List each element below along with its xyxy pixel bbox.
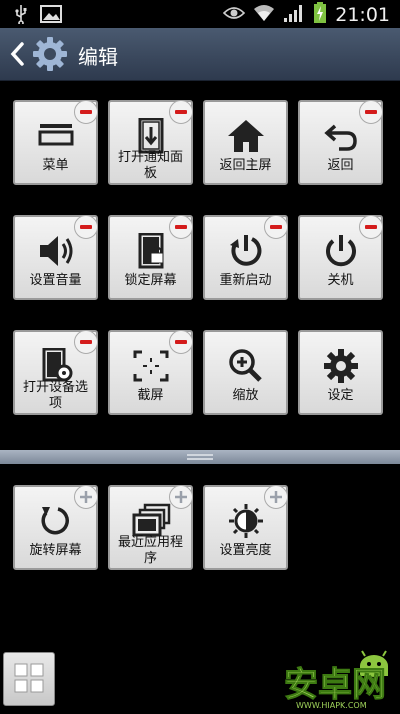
remove-icon[interactable] — [74, 100, 98, 124]
tile-rotate-screen[interactable]: 旋转屏幕 — [13, 485, 98, 570]
tile-label: 锁定屏幕 — [124, 273, 177, 288]
tile-label: 关机 — [327, 273, 354, 288]
tile-label: 设置音量 — [29, 273, 82, 288]
tile-label: 重新启动 — [219, 273, 272, 288]
tile-label: 最近应用程序 — [117, 535, 183, 566]
home-icon — [205, 118, 286, 154]
remove-icon[interactable] — [169, 100, 193, 124]
tile-label: 菜单 — [42, 158, 69, 173]
remove-icon[interactable] — [264, 215, 288, 239]
panel-divider[interactable] — [0, 450, 400, 464]
usb-icon — [14, 4, 28, 28]
zoom-icon — [205, 348, 286, 384]
tile-power-off[interactable]: 关机 — [298, 215, 383, 300]
remove-icon[interactable] — [169, 330, 193, 354]
remove-icon[interactable] — [74, 330, 98, 354]
tile-menu[interactable]: 菜单 — [13, 100, 98, 185]
image-icon — [40, 5, 62, 27]
tile-label: 截屏 — [137, 388, 164, 403]
add-icon[interactable] — [169, 485, 193, 509]
title-bar: 编辑 — [0, 28, 400, 81]
drag-handle-icon[interactable] — [187, 454, 213, 456]
back-chevron-icon[interactable] — [8, 40, 26, 68]
remove-icon[interactable] — [359, 215, 383, 239]
eye-icon — [223, 5, 246, 25]
remove-icon[interactable] — [359, 100, 383, 124]
tile-lock-screen[interactable]: 锁定屏幕 — [108, 215, 193, 300]
tile-restart[interactable]: 重新启动 — [203, 215, 288, 300]
add-icon[interactable] — [264, 485, 288, 509]
tile-label: 设定 — [327, 388, 354, 403]
tile-label: 返回 — [327, 158, 354, 173]
tile-label: 返回主屏 — [219, 158, 272, 173]
tile-device-options[interactable]: 打开设备选项 — [13, 330, 98, 415]
tile-label: 打开通知面板 — [117, 150, 183, 181]
battery-icon — [313, 2, 327, 28]
tile-zoom[interactable]: 缩放 — [203, 330, 288, 415]
svg-text:WWW.HIAPK.COM: WWW.HIAPK.COM — [296, 701, 367, 710]
tile-label: 旋转屏幕 — [29, 543, 82, 558]
tile-recent-apps[interactable]: 最近应用程序 — [108, 485, 193, 570]
grid-icon — [14, 663, 44, 693]
tile-settings[interactable]: 设定 — [298, 330, 383, 415]
remove-icon[interactable] — [74, 215, 98, 239]
tile-back[interactable]: 返回 — [298, 100, 383, 185]
tile-brightness[interactable]: 设置亮度 — [203, 485, 288, 570]
tile-home[interactable]: 返回主屏 — [203, 100, 288, 185]
settings-gear-icon[interactable] — [32, 36, 68, 72]
tile-volume[interactable]: 设置音量 — [13, 215, 98, 300]
tile-label: 设置亮度 — [219, 543, 272, 558]
tile-notification-panel[interactable]: 打开通知面板 — [108, 100, 193, 185]
settings-gear-icon — [300, 348, 381, 384]
tile-label: 打开设备选项 — [22, 380, 88, 411]
add-icon[interactable] — [74, 485, 98, 509]
tile-screenshot[interactable]: 截屏 — [108, 330, 193, 415]
wifi-icon — [253, 3, 275, 27]
tile-label: 缩放 — [232, 388, 259, 403]
page-title: 编辑 — [78, 45, 118, 69]
grid-view-button[interactable] — [3, 652, 55, 706]
hiapk-watermark-logo: 安卓网 WWW.HIAPK.COM — [282, 650, 396, 710]
status-bar: 21:01 — [0, 0, 400, 28]
signal-icon — [283, 3, 305, 27]
remove-icon[interactable] — [169, 215, 193, 239]
svg-text:安卓网: 安卓网 — [284, 665, 386, 705]
clock: 21:01 — [335, 4, 390, 26]
